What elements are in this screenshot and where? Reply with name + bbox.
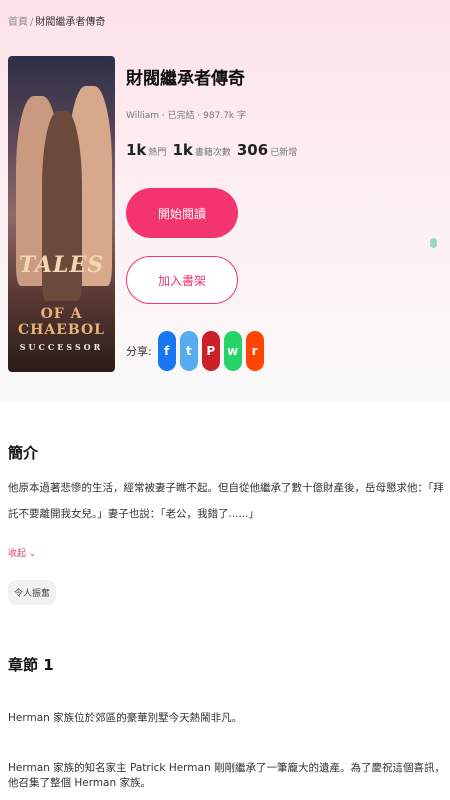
cover-title-line3: SUCCESSOR <box>19 342 104 352</box>
breadcrumb: 首頁 / 財閥繼承者傳奇 <box>8 13 105 28</box>
book-stats: 1k 熱門 1k 書籍次數 306 已新增 <box>126 140 297 159</box>
stat-value: 306 <box>236 141 269 159</box>
stat-added: 306 已新增 <box>237 140 297 159</box>
book-meta: William · 已完結 · 987.7k 字 <box>126 111 246 121</box>
scroll-indicator[interactable] <box>430 238 437 248</box>
breadcrumb-current: 財閥繼承者傳奇 <box>35 17 106 28</box>
stat-label: 已新增 <box>270 148 298 158</box>
breadcrumb-home-link[interactable]: 首頁 <box>8 17 28 28</box>
chapter-heading: 章節 1 <box>8 656 54 674</box>
book-hero: 首頁 / 財閥繼承者傳奇 TALES OF A CHAEBOL SUCCESSOR … <box>0 0 450 402</box>
stat-popular: 1k 熱門 <box>126 140 166 159</box>
genre-tag[interactable]: 令人振奮 <box>8 580 57 605</box>
share-label: 分享: <box>126 345 152 358</box>
start-reading-button[interactable]: 開始閱讀 <box>126 188 238 238</box>
intro-heading: 簡介 <box>8 444 39 462</box>
stat-value: 1k <box>172 141 193 159</box>
stat-value: 1k <box>126 141 147 159</box>
stat-label: 熱門 <box>148 148 167 158</box>
whatsapp-icon[interactable]: w <box>223 331 242 371</box>
breadcrumb-separator: / <box>30 17 34 28</box>
intro-text: 他原本過著悲慘的生活，經常被妻子瞧不起。但自從他繼承了數十億財產後，岳母懇求他：… <box>8 482 444 520</box>
cover-title-line2: OF A CHAEBOL <box>17 306 106 338</box>
facebook-icon[interactable]: f <box>157 331 176 371</box>
chapter-paragraph: Herman 家族位於郊區的豪華別墅今天熱鬧非凡。 <box>8 712 243 724</box>
collapse-toggle[interactable]: 收起 ⌄ <box>8 546 36 559</box>
chapter-paragraph: Herman 家族的知名家主 Patrick Herman 剛剛繼承了一筆龐大的… <box>8 762 445 789</box>
cover-title-line1: TALES <box>18 252 105 278</box>
add-to-shelf-button[interactable]: 加入書架 <box>126 256 238 304</box>
stat-label: 書籍次數 <box>194 148 231 158</box>
reddit-icon[interactable]: r <box>245 331 264 371</box>
share-bar: 分享: f t P w r <box>126 331 264 371</box>
book-cover[interactable]: TALES OF A CHAEBOL SUCCESSOR <box>8 56 115 372</box>
twitter-icon[interactable]: t <box>179 331 198 371</box>
stat-reads: 1k 書籍次數 <box>172 140 230 159</box>
book-title: 財閥繼承者傳奇 <box>126 69 245 89</box>
pinterest-icon[interactable]: P <box>201 331 220 371</box>
